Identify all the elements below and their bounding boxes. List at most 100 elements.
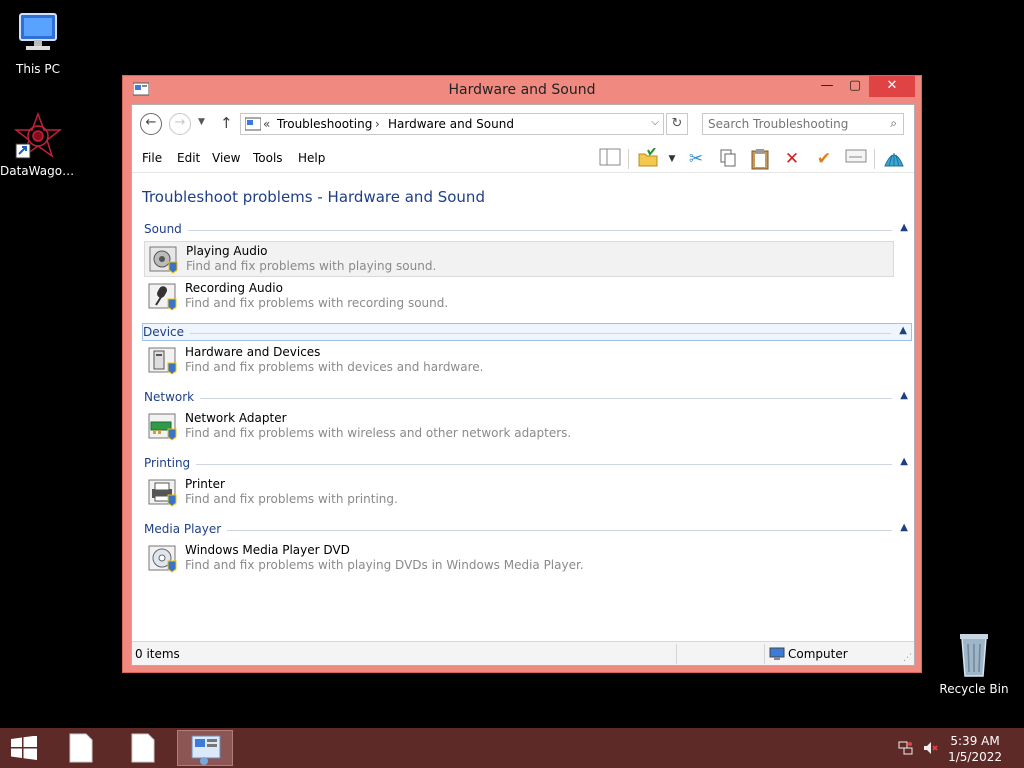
dvd-icon [148, 545, 178, 573]
troubleshooter-windows-media-player-dvd[interactable]: Windows Media Player DVD Find and fix pr… [144, 541, 912, 577]
chevron-up-icon[interactable]: ▲ [900, 390, 908, 401]
group-header-network[interactable]: Network ▲ [144, 389, 912, 407]
menu-bar: File Edit View Tools Help ▼ ✂ ✕ ✔ [132, 145, 914, 173]
explorer-window: Hardware and Sound — ▢ ✕ ← → ▼ ↑ « Troub… [122, 75, 922, 673]
windows-logo-icon [11, 735, 37, 760]
layout-pane-icon[interactable] [598, 148, 622, 170]
resize-grip-icon[interactable]: ⋰ [903, 653, 912, 663]
breadcrumb-separator[interactable]: › [375, 117, 380, 131]
troubleshooter-playing-audio[interactable]: Playing Audio Find and fix problems with… [144, 241, 894, 277]
group-header-media-player[interactable]: Media Player ▲ [144, 521, 912, 539]
network-icon[interactable] [898, 740, 914, 760]
forward-button[interactable]: → [169, 113, 191, 135]
refresh-button[interactable]: ↻ [666, 113, 688, 135]
taskbar-clock[interactable]: 5:39 AM 1/5/2022 [948, 733, 1002, 765]
group-divider [144, 230, 892, 231]
microphone-icon [148, 283, 178, 311]
control-panel-icon [244, 117, 262, 131]
group-divider [144, 464, 892, 465]
toolbar-separator [628, 149, 629, 169]
menu-edit[interactable]: Edit [177, 151, 200, 165]
desktop-icon-this-pc[interactable]: This PC [0, 10, 76, 76]
group-name: Media Player [144, 522, 228, 536]
minimize-button[interactable]: — [813, 76, 841, 97]
taskbar-button-document-1[interactable] [52, 730, 108, 766]
group-printing: Printing ▲ Printer Find and fix problems… [144, 455, 912, 511]
status-bar: 0 items Computer ⋰ [132, 641, 914, 665]
check-icon[interactable]: ✔ [812, 148, 836, 170]
search-box[interactable]: ⌕ [702, 113, 904, 135]
breadcrumb-troubleshooting[interactable]: Troubleshooting [277, 117, 372, 131]
troubleshooter-title: Printer [185, 477, 225, 491]
cut-icon[interactable]: ✂ [684, 148, 708, 170]
chevron-up-icon[interactable]: ▲ [900, 456, 908, 467]
group-header-device[interactable]: Device ▲ [142, 323, 912, 341]
address-bar[interactable]: « Troubleshooting › Hardware and Sound ⌵ [240, 113, 664, 135]
close-button[interactable]: ✕ [869, 76, 915, 97]
troubleshooter-description: Find and fix problems with devices and h… [185, 360, 484, 374]
arrow-left-icon: ← [145, 115, 157, 130]
troubleshooter-description: Find and fix problems with printing. [185, 492, 398, 506]
recent-locations-button[interactable]: ▼ [198, 117, 205, 127]
breadcrumb-overflow[interactable]: « [263, 117, 270, 131]
group-media-player: Media Player ▲ Windows Media Player DVD … [144, 521, 912, 577]
group-name: Network [144, 390, 201, 404]
group-sound: Sound ▲ Playing Audio Find and fix probl… [144, 221, 912, 315]
taskbar-button-control-panel[interactable] [177, 730, 233, 766]
breadcrumb-hardware-and-sound[interactable]: Hardware and Sound [388, 117, 514, 131]
address-row: ← → ▼ ↑ « Troubleshooting › Hardware and… [132, 105, 914, 141]
menu-tools[interactable]: Tools [253, 151, 283, 165]
up-button[interactable]: ↑ [220, 114, 233, 132]
volume-muted-icon[interactable] [922, 740, 938, 760]
maximize-button[interactable]: ▢ [841, 76, 869, 97]
back-button[interactable]: ← [140, 113, 162, 135]
taskbar: 5:39 AM 1/5/2022 [0, 728, 1024, 768]
page-title: Troubleshoot problems - Hardware and Sou… [142, 188, 485, 206]
menu-help[interactable]: Help [298, 151, 325, 165]
group-header-sound[interactable]: Sound ▲ [144, 221, 912, 239]
window-title: Hardware and Sound [448, 82, 596, 98]
troubleshooter-title: Windows Media Player DVD [185, 543, 350, 557]
troubleshooter-description: Find and fix problems with playing DVDs … [185, 558, 584, 572]
troubleshooter-description: Find and fix problems with recording sou… [185, 296, 449, 310]
folder-options-icon[interactable] [636, 147, 660, 170]
troubleshooter-description: Find and fix problems with playing sound… [186, 259, 437, 273]
toolbar-separator [874, 149, 875, 169]
clock-time: 5:39 AM [950, 734, 1000, 748]
recycle-bin-icon [950, 630, 998, 678]
troubleshooter-recording-audio[interactable]: Recording Audio Find and fix problems wi… [144, 279, 912, 315]
clock-date: 1/5/2022 [948, 750, 1002, 764]
search-input[interactable] [703, 114, 873, 134]
desktop-icon-datawagon[interactable]: DataWagon... [0, 111, 76, 178]
copy-icon[interactable] [716, 148, 740, 170]
document-icon [69, 733, 93, 763]
troubleshooter-hardware-and-devices[interactable]: Hardware and Devices Find and fix proble… [144, 343, 912, 379]
troubleshooter-printer[interactable]: Printer Find and fix problems with print… [144, 475, 912, 511]
desktop-icon-recycle-bin[interactable]: Recycle Bin [936, 630, 1012, 696]
datawagon-shortcut-icon [13, 111, 63, 160]
group-divider [143, 333, 891, 334]
hardware-icon [148, 347, 178, 375]
troubleshooter-network-adapter[interactable]: Network Adapter Find and fix problems wi… [144, 409, 912, 445]
menu-view[interactable]: View [212, 151, 240, 165]
chevron-up-icon[interactable]: ▲ [900, 522, 908, 533]
delete-icon[interactable]: ✕ [780, 148, 804, 170]
shell-icon[interactable] [882, 148, 906, 170]
paste-icon[interactable] [748, 148, 772, 170]
zone-label: Computer [788, 647, 848, 661]
taskbar-button-document-2[interactable] [114, 730, 170, 766]
chevron-up-icon[interactable]: ▲ [899, 325, 907, 336]
chevron-down-icon[interactable]: ⌵ [651, 117, 659, 128]
menu-file[interactable]: File [142, 151, 162, 165]
start-button[interactable] [10, 735, 38, 760]
group-divider [144, 398, 892, 399]
properties-icon[interactable] [844, 148, 868, 170]
group-header-printing[interactable]: Printing ▲ [144, 455, 912, 473]
chevron-up-icon[interactable]: ▲ [900, 222, 908, 233]
window-titlebar[interactable]: Hardware and Sound — ▢ ✕ [123, 76, 921, 104]
item-count: 0 items [135, 647, 180, 661]
search-icon[interactable]: ⌕ [890, 116, 897, 131]
network-adapter-icon [148, 413, 178, 441]
chevron-down-icon[interactable]: ▼ [660, 148, 684, 170]
troubleshooter-title: Hardware and Devices [185, 345, 321, 359]
